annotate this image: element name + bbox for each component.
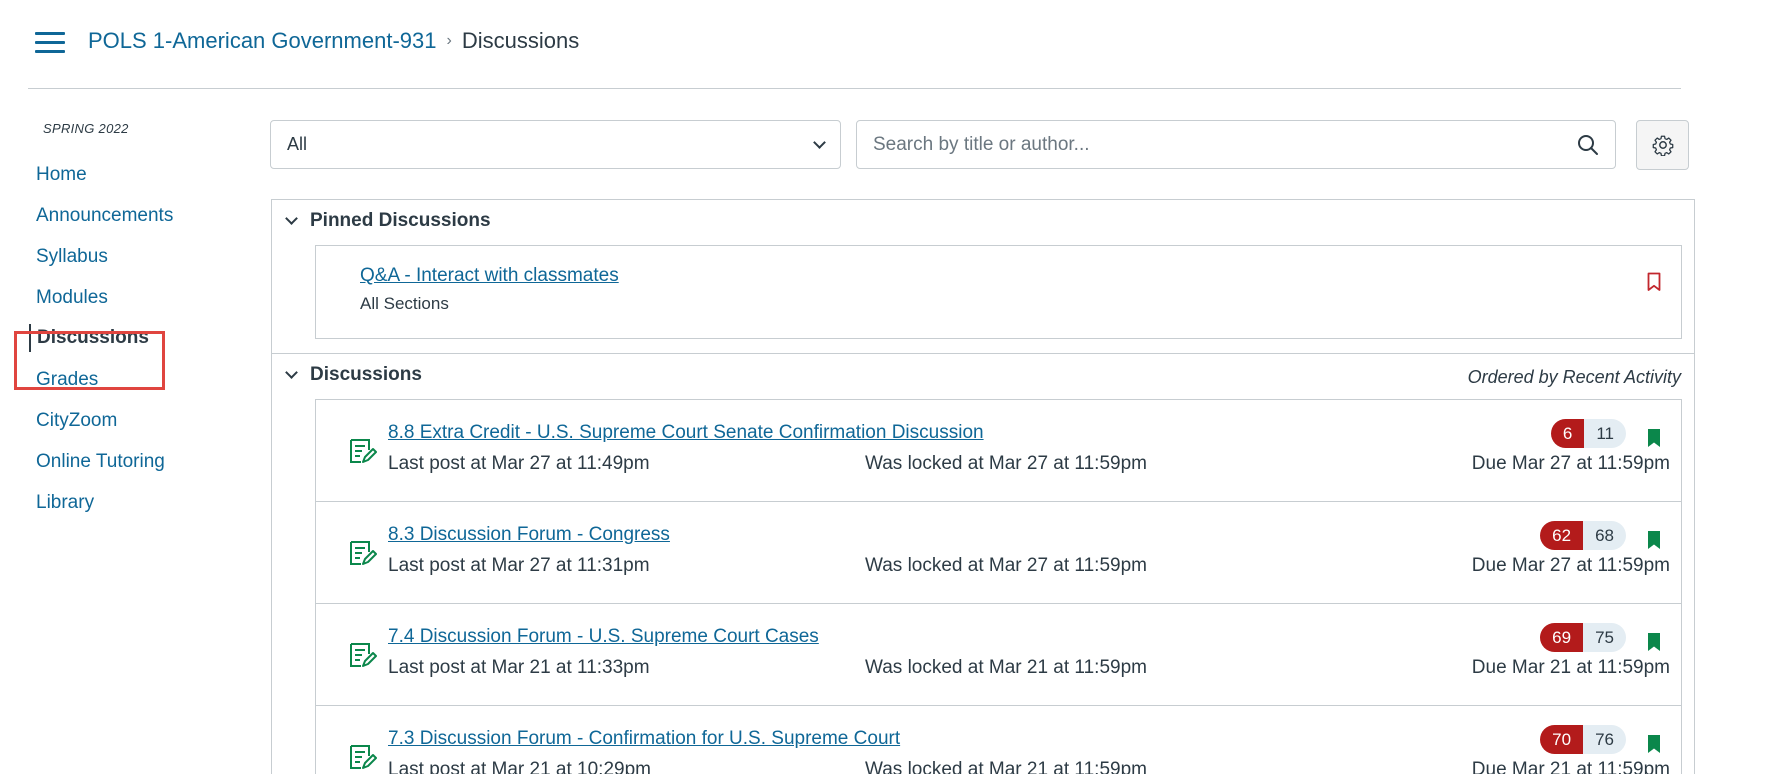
unread-count-badge: 62: [1540, 521, 1584, 550]
breadcrumb: POLS 1-American Government-931 › Discuss…: [88, 28, 579, 54]
pinned-discussion-title[interactable]: Q&A - Interact with classmates: [360, 265, 619, 287]
search-box: [856, 120, 1616, 169]
discussion-locked-date: Was locked at Mar 27 at 11:59pm: [865, 555, 1147, 576]
discussions-section-toggle[interactable]: Discussions: [284, 364, 422, 386]
bookmark-outline-icon[interactable]: [1647, 272, 1661, 292]
pinned-section-heading: Pinned Discussions: [310, 210, 491, 231]
unread-count-badge: 6: [1550, 419, 1585, 448]
nav-item-syllabus[interactable]: Syllabus: [36, 246, 108, 268]
discussion-row: 8.3 Discussion Forum - Congress Last pos…: [315, 501, 1682, 604]
search-icon[interactable]: [1577, 134, 1599, 156]
reply-count-badges: 6 11: [1550, 419, 1626, 448]
discussion-last-post: Last post at Mar 27 at 11:49pm: [388, 453, 650, 474]
section-divider: [272, 353, 1694, 354]
total-replies-badge: 76: [1583, 725, 1626, 754]
nav-item-announcements[interactable]: Announcements: [36, 205, 173, 227]
discussion-due-date: Due Mar 21 at 11:59pm: [1471, 657, 1670, 678]
hamburger-menu-icon[interactable]: [35, 32, 65, 54]
total-replies-badge: 11: [1584, 419, 1626, 448]
discussion-due-date: Due Mar 27 at 11:59pm: [1471, 453, 1670, 474]
published-bookmark-icon[interactable]: [1647, 428, 1661, 448]
published-bookmark-icon[interactable]: [1647, 632, 1661, 652]
reply-count-badges: 70 76: [1540, 725, 1626, 754]
total-replies-badge: 68: [1583, 521, 1626, 550]
settings-button[interactable]: [1636, 120, 1689, 170]
breadcrumb-separator-icon: ›: [446, 32, 452, 49]
discussion-title-link[interactable]: 8.3 Discussion Forum - Congress: [388, 524, 670, 546]
discussion-due-date: Due Mar 21 at 11:59pm: [1471, 759, 1670, 774]
breadcrumb-current-page: Discussions: [461, 28, 580, 53]
pinned-section-toggle[interactable]: Pinned Discussions: [284, 210, 491, 232]
graded-discussion-icon: [350, 541, 377, 565]
filter-select-value: All: [287, 134, 308, 154]
header-divider: [28, 88, 1681, 89]
reply-count-badges: 69 75: [1540, 623, 1626, 652]
published-bookmark-icon[interactable]: [1647, 734, 1661, 754]
discussions-panel: Pinned Discussions Q&A - Interact with c…: [271, 199, 1695, 774]
unread-count-badge: 70: [1540, 725, 1584, 754]
reply-count-badges: 62 68: [1540, 521, 1626, 550]
search-input[interactable]: [873, 133, 1577, 156]
discussion-title-link[interactable]: 7.4 Discussion Forum - U.S. Supreme Cour…: [388, 626, 819, 648]
total-replies-badge: 75: [1583, 623, 1626, 652]
highlight-annotation: [14, 331, 165, 390]
nav-item-modules[interactable]: Modules: [36, 287, 108, 309]
unread-count-badge: 69: [1540, 623, 1584, 652]
term-label: SPRING 2022: [43, 121, 129, 136]
discussion-row: 7.3 Discussion Forum - Confirmation for …: [315, 705, 1682, 774]
chevron-down-icon: [285, 212, 298, 225]
discussion-locked-date: Was locked at Mar 21 at 11:59pm: [865, 759, 1147, 774]
top-bar: POLS 1-American Government-931 › Discuss…: [0, 0, 1771, 88]
pinned-discussion-card: Q&A - Interact with classmates All Secti…: [315, 245, 1682, 339]
published-bookmark-icon[interactable]: [1647, 530, 1661, 550]
chevron-down-icon: [813, 135, 826, 149]
graded-discussion-icon: [350, 745, 377, 769]
discussion-title-link[interactable]: 8.8 Extra Credit - U.S. Supreme Court Se…: [388, 422, 984, 444]
discussion-locked-date: Was locked at Mar 27 at 11:59pm: [865, 453, 1147, 474]
discussion-locked-date: Was locked at Mar 21 at 11:59pm: [865, 657, 1147, 678]
graded-discussion-icon: [350, 439, 377, 463]
discussion-row: 7.4 Discussion Forum - U.S. Supreme Cour…: [315, 603, 1682, 706]
discussions-section-heading: Discussions: [310, 364, 422, 385]
nav-item-home[interactable]: Home: [36, 164, 87, 186]
discussion-title-link[interactable]: 7.3 Discussion Forum - Confirmation for …: [388, 728, 900, 750]
discussion-due-date: Due Mar 27 at 11:59pm: [1471, 555, 1670, 576]
pinned-discussion-sections: All Sections: [360, 294, 449, 313]
discussion-last-post: Last post at Mar 21 at 10:29pm: [388, 759, 651, 774]
discussion-last-post: Last post at Mar 21 at 11:33pm: [388, 657, 650, 678]
gear-icon: [1652, 135, 1673, 156]
order-note: Ordered by Recent Activity: [1467, 367, 1681, 387]
nav-item-online-tutoring[interactable]: Online Tutoring: [36, 451, 165, 473]
graded-discussion-icon: [350, 643, 377, 667]
filter-select[interactable]: All: [270, 120, 841, 169]
discussion-last-post: Last post at Mar 27 at 11:31pm: [388, 555, 650, 576]
discussion-row: 8.8 Extra Credit - U.S. Supreme Court Se…: [315, 399, 1682, 502]
breadcrumb-course-link[interactable]: POLS 1-American Government-931: [88, 28, 437, 54]
nav-item-library[interactable]: Library: [36, 492, 94, 514]
nav-item-cityzoom[interactable]: CityZoom: [36, 410, 117, 432]
chevron-down-icon: [285, 366, 298, 379]
